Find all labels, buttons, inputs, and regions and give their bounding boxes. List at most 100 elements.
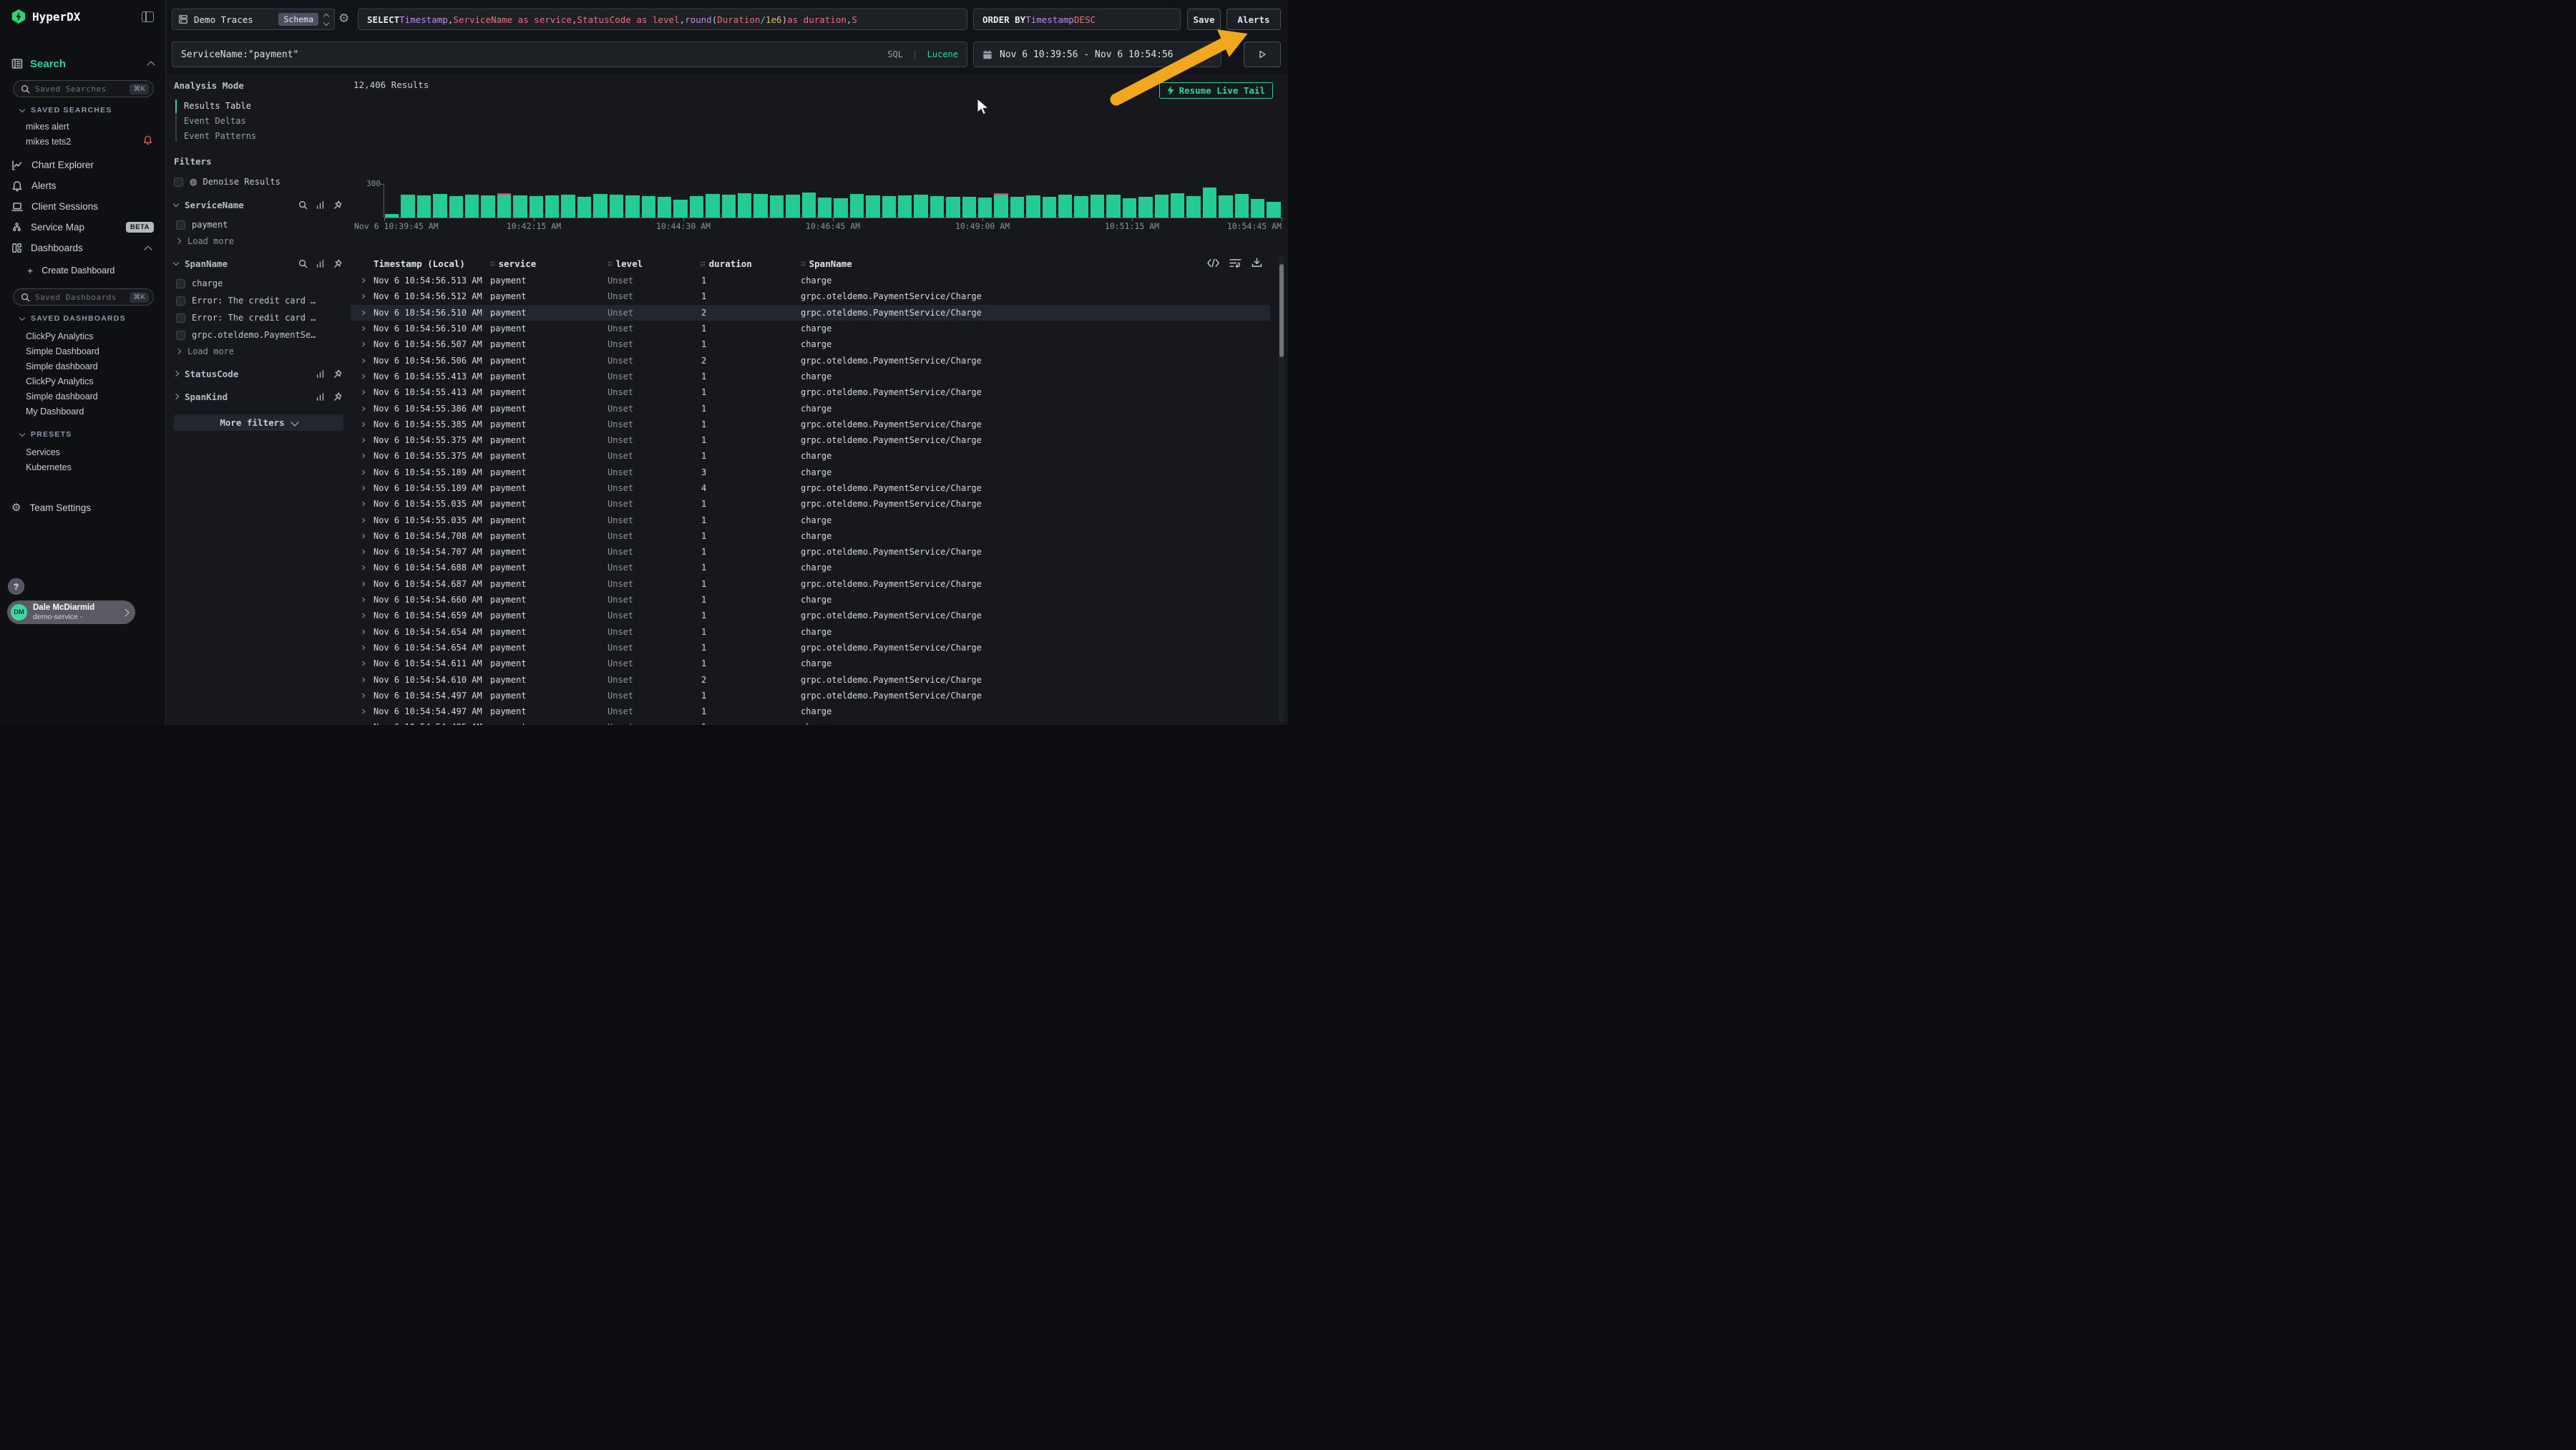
presets-section-header[interactable]: PRESETS [20,430,154,439]
saved-dashboards-input[interactable]: Saved Dashboards ⌘K [13,288,154,306]
row-expand-icon[interactable] [351,630,374,634]
create-dashboard-button[interactable]: + Create Dashboard [27,261,165,280]
run-query-button[interactable] [1244,42,1281,67]
table-row[interactable]: Nov 6 10:54:55.189 AMpaymentUnset3charge [351,464,1270,480]
row-expand-icon[interactable] [351,518,374,522]
histogram-bar[interactable] [753,194,767,218]
filter-group-spanname[interactable]: SpanName [174,256,345,271]
histogram-bar[interactable] [1123,198,1136,218]
row-expand-icon[interactable] [351,502,374,506]
row-expand-icon[interactable] [351,661,374,666]
drag-handle-icon[interactable]: ∷ [490,259,494,268]
filter-value-checkbox[interactable]: Error: The credit card … [176,310,345,326]
histogram-bar[interactable] [850,194,864,218]
row-expand-icon[interactable] [351,294,374,298]
histogram-bar[interactable] [882,196,896,218]
table-row[interactable]: Nov 6 10:54:55.375 AMpaymentUnset1grpc.o… [351,432,1270,448]
histogram-bar[interactable] [610,195,623,218]
histogram-bar[interactable] [545,195,559,218]
histogram-bar[interactable] [1138,197,1152,218]
table-row[interactable]: Nov 6 10:54:55.375 AMpaymentUnset1charge [351,448,1270,464]
histogram-bar[interactable] [1171,193,1184,218]
column-header-spanname[interactable]: ∷SpanName [801,258,1270,269]
preset-item[interactable]: Services [26,444,165,459]
sidebar-item-team-settings[interactable]: ⚙ Team Settings [11,497,165,517]
saved-dashboard-item[interactable]: Simple Dashboard [26,344,165,359]
histogram-bar[interactable] [561,195,575,218]
date-range-picker[interactable]: Nov 6 10:39:56 - Nov 6 10:54:56 [973,42,1221,67]
sidebar-item-client-sessions[interactable]: Client Sessions [0,196,165,217]
filter-group-servicename[interactable]: ServiceName [174,197,345,213]
row-expand-icon[interactable] [351,311,374,315]
user-menu[interactable]: DM Dale McDiarmid demo-service - [7,600,135,624]
histogram-bar[interactable] [1155,195,1169,218]
row-expand-icon[interactable] [351,709,374,714]
scrollbar-thumb[interactable] [1279,264,1284,357]
histogram-bar[interactable] [1010,197,1024,218]
histogram-bar[interactable] [1235,194,1249,218]
row-expand-icon[interactable] [351,565,374,570]
table-row[interactable]: Nov 6 10:54:54.688 AMpaymentUnset1charge [351,560,1270,575]
row-expand-icon[interactable] [351,422,374,427]
saved-dashboard-item[interactable]: My Dashboard [26,404,165,419]
sidebar-item-service-map[interactable]: Service MapBETA [0,217,165,238]
saved-searches-section-header[interactable]: SAVED SEARCHES [20,106,154,115]
histogram-bar[interactable] [433,194,447,218]
sidebar-item-chart-explorer[interactable]: Chart Explorer [0,155,165,175]
histogram-bar[interactable] [481,195,494,218]
load-more-button[interactable]: Load more [176,234,345,248]
alerts-button[interactable]: Alerts [1226,9,1281,30]
drag-handle-icon[interactable]: ∷ [801,259,805,268]
histogram-bar[interactable] [625,195,639,218]
sidebar-collapse-icon[interactable] [142,11,154,22]
filter-group-icons[interactable] [316,392,342,402]
row-expand-icon[interactable] [351,646,374,650]
analysis-mode-event-patterns[interactable]: Event Patterns [184,128,345,143]
denoise-results-checkbox[interactable]: ◍ Denoise Results [174,174,345,190]
histogram-bar[interactable] [866,195,879,218]
saved-search-item[interactable]: mikes alert [26,119,165,134]
table-row[interactable]: Nov 6 10:54:55.413 AMpaymentUnset1grpc.o… [351,384,1270,400]
drag-handle-icon[interactable]: ∷ [608,259,612,268]
row-expand-icon[interactable] [351,550,374,554]
preset-item[interactable]: Kubernetes [26,459,165,475]
histogram-bar[interactable] [898,195,912,218]
table-row[interactable]: Nov 6 10:54:54.497 AMpaymentUnset1grpc.o… [351,688,1270,704]
column-header-level[interactable]: ∷level [608,258,701,269]
histogram-bar[interactable] [994,195,1008,218]
table-row[interactable]: Nov 6 10:54:54.497 AMpaymentUnset1charge [351,704,1270,719]
download-icon[interactable] [1252,258,1262,268]
table-row[interactable]: Nov 6 10:54:56.513 AMpaymentUnset1charge [351,273,1270,288]
histogram-bar[interactable] [962,197,976,218]
search-query-input[interactable]: ServiceName:"payment" SQL | Lucene [172,42,967,67]
row-expand-icon[interactable] [351,326,374,331]
row-expand-icon[interactable] [351,407,374,411]
column-header-timestamp-local-[interactable]: Timestamp (Local) [374,258,490,269]
row-expand-icon[interactable] [351,598,374,602]
table-row[interactable]: Nov 6 10:54:54.654 AMpaymentUnset1grpc.o… [351,640,1270,656]
histogram-bar[interactable] [513,195,527,218]
filter-value-checkbox[interactable]: payment [176,217,345,233]
row-expand-icon[interactable] [351,486,374,490]
table-row[interactable]: Nov 6 10:54:54.687 AMpaymentUnset1grpc.o… [351,576,1270,592]
row-expand-icon[interactable] [351,342,374,346]
histogram-bar[interactable] [818,198,831,218]
order-by-input[interactable]: ORDER BY Timestamp DESC [973,9,1181,30]
histogram-bar[interactable] [593,194,607,218]
histogram-bar[interactable] [770,195,784,218]
saved-search-item[interactable]: mikes tets2 [26,134,165,149]
table-row[interactable]: Nov 6 10:54:55.189 AMpaymentUnset4grpc.o… [351,480,1270,496]
histogram-bar[interactable] [385,214,399,218]
more-filters-button[interactable]: More filters [174,414,343,431]
sidebar-item-dashboards[interactable]: Dashboards [0,238,165,258]
resume-live-tail-button[interactable]: Resume Live Tail [1159,82,1273,99]
histogram-bar[interactable] [786,195,799,218]
load-more-button[interactable]: Load more [176,344,345,359]
histogram-bar[interactable] [401,195,414,218]
histogram-bar[interactable] [834,198,847,218]
histogram-bar[interactable] [1106,195,1120,218]
saved-searches-input[interactable]: Saved Searches ⌘K [13,80,154,97]
histogram-bar[interactable] [658,197,671,218]
results-histogram[interactable] [384,188,1282,218]
wrap-text-icon[interactable] [1229,258,1241,268]
